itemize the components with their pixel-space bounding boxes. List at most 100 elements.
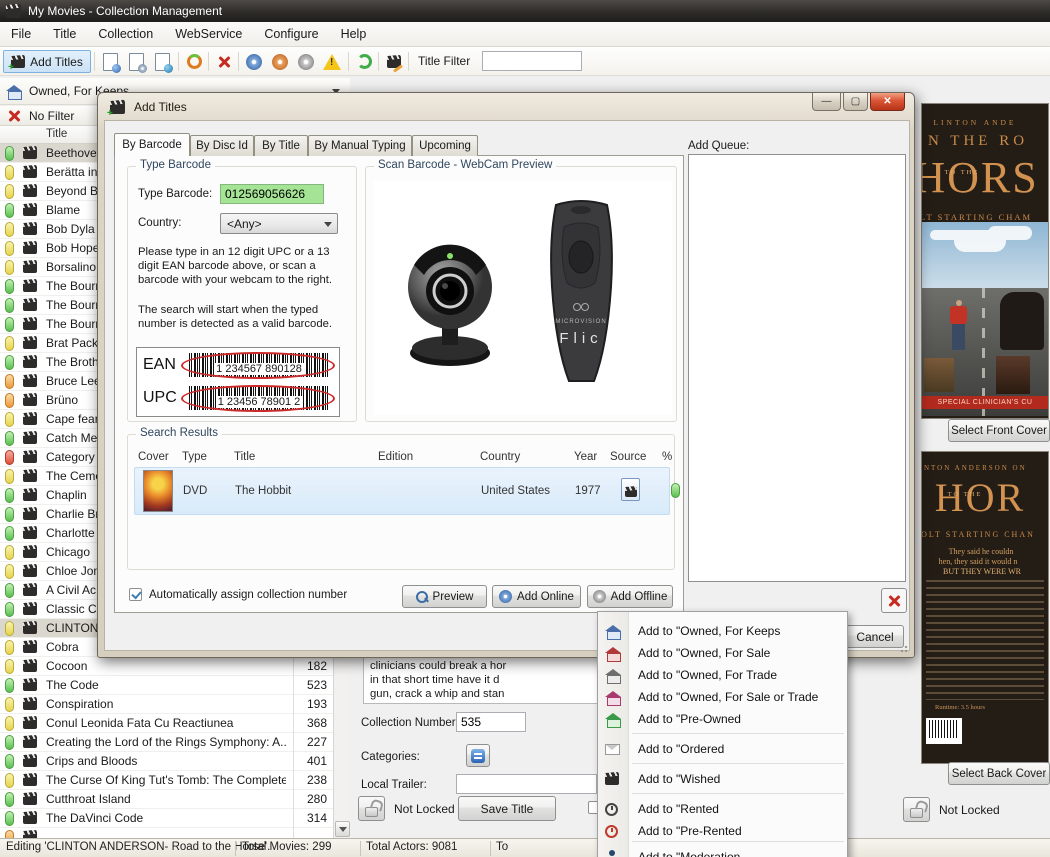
col-type[interactable]: Type <box>182 451 207 463</box>
categories-button[interactable] <box>466 744 490 767</box>
col-edition[interactable]: Edition <box>378 451 413 463</box>
col-cover[interactable]: Cover <box>138 451 169 463</box>
menu-item-pre-owned[interactable]: Add to "Pre-Owned <box>598 708 847 730</box>
menu-title[interactable]: Title <box>42 23 87 45</box>
menu-configure[interactable]: Configure <box>253 23 329 45</box>
menu-item-moderation[interactable]: Add to "Moderation <box>598 846 847 857</box>
select-back-cover-button[interactable]: Select Back Cover <box>948 762 1050 785</box>
auto-assign-label: Automatically assign collection number <box>149 589 347 601</box>
movie-clapper-icon <box>23 204 37 216</box>
menu-item-pre-rented[interactable]: Add to "Pre-Rented <box>598 820 847 842</box>
tab-by-manual-typing[interactable]: By Manual Typing <box>308 135 412 156</box>
col-source[interactable]: Source <box>610 451 646 463</box>
col-year[interactable]: Year <box>574 451 597 463</box>
title-filter-label: Title Filter <box>418 54 470 68</box>
tab-by-disc-id[interactable]: By Disc Id <box>190 135 254 156</box>
disc-gray-icon[interactable] <box>294 50 318 73</box>
tab-by-barcode[interactable]: By Barcode <box>114 133 190 156</box>
movie-clapper-icon <box>23 223 37 235</box>
list-item[interactable]: The Curse Of King Tut's Tomb: The Comple… <box>0 771 333 790</box>
warning-icon[interactable] <box>320 50 344 73</box>
close-button[interactable]: ✕ <box>870 93 905 111</box>
minimize-button[interactable]: — <box>812 93 841 111</box>
cover-photo <box>924 358 954 392</box>
add-titles-button[interactable]: + Add Titles <box>3 50 91 73</box>
front-cover-image[interactable]: LINTON ANDE N THE RO HORS TO THE OLT STA… <box>922 104 1048 418</box>
col-country[interactable]: Country <box>480 451 520 463</box>
remove-from-queue-button[interactable] <box>881 588 907 613</box>
list-item[interactable]: Creating the Lord of the Rings Symphony:… <box>0 733 333 752</box>
cancel-button[interactable]: Cancel <box>846 625 904 648</box>
movie-clapper-icon <box>23 375 37 387</box>
menu-collection[interactable]: Collection <box>87 23 164 45</box>
movie-clapper-icon <box>23 508 37 520</box>
add-online-button[interactable]: Add Online <box>492 585 581 608</box>
list-item[interactable]: The Code 523 <box>0 676 333 695</box>
movie-clapper-icon <box>23 166 37 178</box>
status-pill-icon <box>5 830 14 839</box>
webcam-illustration <box>388 229 518 369</box>
menu-item-owned-for-sale-or-trade[interactable]: Add to "Owned, For Sale or Trade <box>598 686 847 708</box>
add-to-context-menu: Add to "Owned, For Keeps Add to "Owned, … <box>597 611 848 857</box>
delete-title-icon[interactable] <box>212 50 236 73</box>
barcode-input[interactable] <box>220 184 324 204</box>
tab-upcoming[interactable]: Upcoming <box>412 135 478 156</box>
movie-clapper-icon <box>23 565 37 577</box>
scrollbar-down-button[interactable] <box>335 821 350 837</box>
save-title-button[interactable]: Save Title <box>458 796 556 821</box>
preview-button[interactable]: Preview <box>402 585 487 608</box>
document-save-icon[interactable] <box>150 50 174 73</box>
menu-item-rented[interactable]: Add to "Rented <box>598 798 847 820</box>
title-filter-input[interactable] <box>482 51 582 71</box>
disc-burn-icon[interactable] <box>268 50 292 73</box>
dialog-titlebar[interactable]: + Add Titles <box>98 93 914 121</box>
synchronize-icon[interactable] <box>352 50 376 73</box>
list-item[interactable] <box>0 828 333 838</box>
edit-title-icon[interactable] <box>382 50 406 73</box>
col-title[interactable]: Title <box>234 451 255 463</box>
list-item-number: 368 <box>293 716 327 730</box>
local-trailer-input[interactable] <box>456 774 597 794</box>
document-globe-icon[interactable] <box>98 50 122 73</box>
cover-lock-button[interactable] <box>903 797 930 822</box>
list-item[interactable]: Conspiration 193 <box>0 695 333 714</box>
menu-file[interactable]: File <box>0 23 42 45</box>
result-cover-thumbnail <box>143 470 173 512</box>
menu-help[interactable]: Help <box>330 23 378 45</box>
maximize-button[interactable]: ▢ <box>843 93 868 111</box>
resize-grip[interactable] <box>900 643 910 653</box>
refresh-icon[interactable] <box>182 50 206 73</box>
add-offline-button[interactable]: Add Offline <box>587 585 673 608</box>
description-line: gun, crack a whip and stan <box>370 687 604 701</box>
list-item[interactable]: Cocoon 182 <box>0 657 333 676</box>
search-result-row[interactable]: DVD The Hobbit United States 1977 <box>134 467 670 515</box>
menu-item-wished[interactable]: Add to "Wished <box>598 768 847 790</box>
add-queue-list[interactable] <box>688 154 906 582</box>
menu-item-owned-for-keeps[interactable]: Add to "Owned, For Keeps <box>598 620 847 642</box>
lock-button[interactable] <box>358 796 385 821</box>
back-cover-image[interactable]: LINTON ANDERSON ON HOR TO THE OLT STARTI… <box>922 452 1048 763</box>
list-item-number: 314 <box>293 811 327 825</box>
list-item[interactable]: Conul Leonida Fata Cu Reactiunea 368 <box>0 714 333 733</box>
title-column-header: Title <box>46 128 67 140</box>
disc-blue-icon[interactable] <box>242 50 266 73</box>
list-item[interactable]: The DaVinci Code 314 <box>0 809 333 828</box>
select-front-cover-button[interactable]: Select Front Cover <box>948 419 1050 442</box>
status-total-movies: Total Movies: 299 <box>242 841 332 853</box>
menu-webservice[interactable]: WebService <box>164 23 253 45</box>
list-item[interactable]: Crips and Bloods 401 <box>0 752 333 771</box>
list-item[interactable]: Cutthroat Island 280 <box>0 790 333 809</box>
collection-number-input[interactable] <box>456 712 526 732</box>
menu-item-owned-for-trade[interactable]: Add to "Owned, For Trade <box>598 664 847 686</box>
tab-by-title[interactable]: By Title <box>254 135 308 156</box>
type-barcode-group: Type Barcode Type Barcode: Country: <Any… <box>127 166 357 422</box>
menu-item-ordered[interactable]: Add to "Ordered <box>598 738 847 760</box>
movie-clapper-icon <box>23 451 37 463</box>
menu-item-owned-for-sale[interactable]: Add to "Owned, For Sale <box>598 642 847 664</box>
auto-assign-checkbox[interactable] <box>129 588 142 601</box>
document-disc-icon[interactable] <box>124 50 148 73</box>
result-type: DVD <box>183 485 207 497</box>
col-percent[interactable]: % <box>662 451 672 463</box>
country-select[interactable]: <Any> <box>220 213 338 234</box>
svg-text:MICROVISION: MICROVISION <box>555 319 606 325</box>
